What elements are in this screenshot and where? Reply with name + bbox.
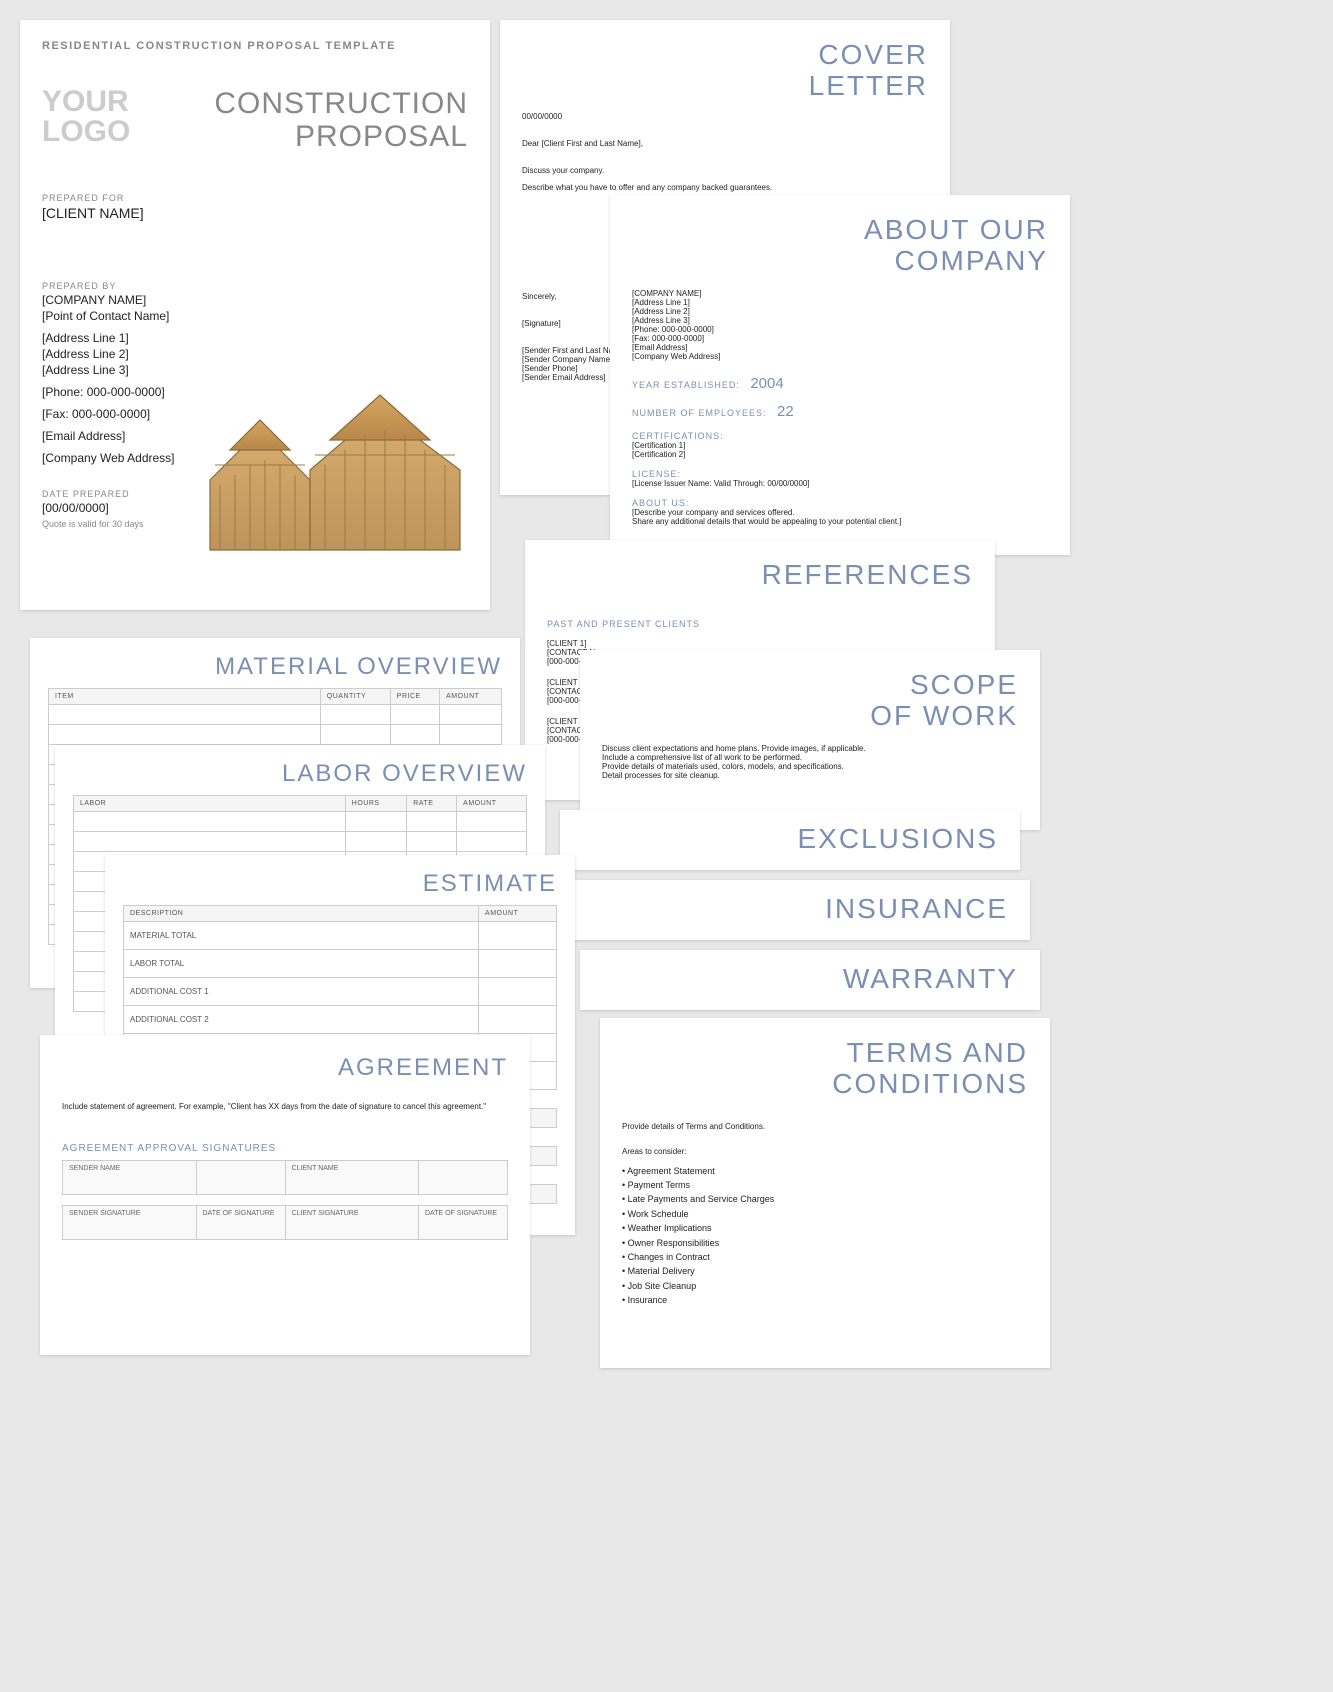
company-name: [COMPANY NAME] <box>42 293 468 307</box>
about-addr2: [Address Line 2] <box>632 307 861 316</box>
terms-areas: Areas to consider: <box>622 1147 1028 1156</box>
page-terms: TERMS ANDCONDITIONS Provide details of T… <box>600 1018 1050 1368</box>
terms-bullets: • Agreement Statement• Payment Terms• La… <box>622 1164 1028 1308</box>
ref-c1a: [CLIENT 1] <box>547 639 973 648</box>
proposal-title: CONSTRUCTIONPROPOSAL <box>150 87 468 153</box>
about-fax: [Fax: 000-000-0000] <box>632 334 861 343</box>
section-title: ESTIMATE <box>123 871 557 897</box>
sig-title: AGREEMENT APPROVAL SIGNATURES <box>62 1143 508 1154</box>
signature-table: SENDER NAMECLIENT NAME <box>62 1160 508 1195</box>
scope-l2: Include a comprehensive list of all work… <box>602 753 1018 762</box>
year-label: YEAR ESTABLISHED: <box>632 380 740 390</box>
prepared-for-label: PREPARED FOR <box>42 193 468 203</box>
emp-value: 22 <box>777 403 794 420</box>
contact-name: [Point of Contact Name] <box>42 309 468 323</box>
emp-label: NUMBER OF EMPLOYEES: <box>632 408 767 418</box>
section-title: ABOUT OURCOMPANY <box>632 215 1048 277</box>
about-web: [Company Web Address] <box>632 352 861 361</box>
aboutus1: [Describe your company and services offe… <box>632 508 1048 517</box>
ref-sub: PAST AND PRESENT CLIENTS <box>547 619 973 629</box>
agreement-stmt: Include statement of agreement. For exam… <box>62 1101 508 1113</box>
about-phone: [Phone: 000-000-0000] <box>632 325 861 334</box>
section-title: REFERENCES <box>547 560 973 591</box>
aboutus-label: ABOUT US: <box>632 498 1048 508</box>
page-about-company: ABOUT OURCOMPANY [COMPANY NAME] [Address… <box>610 195 1070 555</box>
section-title: INSURANCE <box>592 894 1008 925</box>
page-agreement: AGREEMENT Include statement of agreement… <box>40 1035 530 1355</box>
page-cover: RESIDENTIAL CONSTRUCTION PROPOSAL TEMPLA… <box>20 20 490 610</box>
cert-label: CERTIFICATIONS: <box>632 431 1048 441</box>
cl-salutation: Dear [Client First and Last Name], <box>522 139 928 148</box>
page-insurance: INSURANCE <box>570 880 1030 940</box>
client-name: [CLIENT NAME] <box>42 205 468 221</box>
template-header: RESIDENTIAL CONSTRUCTION PROPOSAL TEMPLA… <box>42 40 468 52</box>
scope-l3: Provide details of materials used, color… <box>602 762 1018 771</box>
about-addr3: [Address Line 3] <box>632 316 861 325</box>
scope-l1: Discuss client expectations and home pla… <box>602 744 1018 753</box>
addr1: [Address Line 1] <box>42 331 468 345</box>
logo-placeholder: YOURLOGO <box>42 87 130 153</box>
page-warranty: WARRANTY <box>580 950 1040 1010</box>
cl-line1: Discuss your company. <box>522 166 928 175</box>
year-value: 2004 <box>750 375 783 392</box>
cl-line2: Describe what you have to offer and any … <box>522 183 928 192</box>
house-framing-image <box>200 370 480 580</box>
lic-label: LICENSE: <box>632 469 1048 479</box>
signature-table-2: SENDER SIGNATUREDATE OF SIGNATURECLIENT … <box>62 1205 508 1240</box>
addr2: [Address Line 2] <box>42 347 468 361</box>
section-title: TERMS ANDCONDITIONS <box>622 1038 1028 1100</box>
scope-l4: Detail processes for site cleanup. <box>602 771 1018 780</box>
section-title: MATERIAL OVERVIEW <box>48 654 502 680</box>
lic: [License Issuer Name: Valid Through: 00/… <box>632 479 1048 488</box>
about-email: [Email Address] <box>632 343 861 352</box>
terms-intro: Provide details of Terms and Conditions. <box>622 1122 1028 1131</box>
prepared-by-label: PREPARED BY <box>42 281 468 291</box>
about-company-name: [COMPANY NAME] <box>632 289 861 298</box>
cl-date: 00/00/0000 <box>522 112 928 121</box>
cert1: [Certification 1] <box>632 441 1048 450</box>
page-exclusions: EXCLUSIONS <box>560 810 1020 870</box>
section-title: LABOR OVERVIEW <box>73 761 527 787</box>
cert2: [Certification 2] <box>632 450 1048 459</box>
about-addr1: [Address Line 1] <box>632 298 861 307</box>
section-title: AGREEMENT <box>62 1055 508 1081</box>
section-title: SCOPEOF WORK <box>602 670 1018 732</box>
page-scope: SCOPEOF WORK Discuss client expectations… <box>580 650 1040 830</box>
section-title: WARRANTY <box>602 964 1018 995</box>
section-title: COVERLETTER <box>522 40 928 102</box>
section-title: EXCLUSIONS <box>582 824 998 855</box>
aboutus2: Share any additional details that would … <box>632 517 1048 526</box>
